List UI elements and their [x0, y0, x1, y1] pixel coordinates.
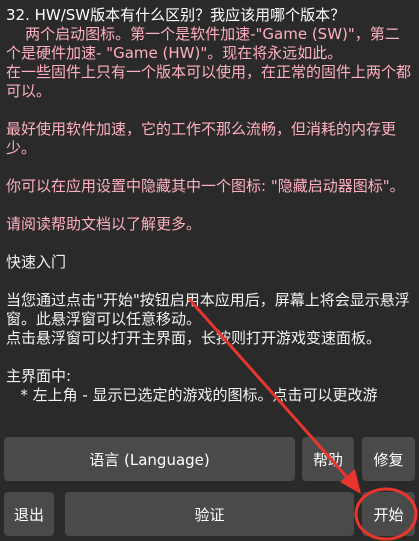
language-button[interactable]: 语言 (Language)	[4, 437, 295, 481]
faq-answer-line5: 请阅读帮助文档以了解更多。	[6, 215, 202, 233]
quickstart-line1: 当您通过点击"开始"按钮启用本应用后，屏幕上将会显示悬浮窗。此悬浮窗可以任意移动…	[6, 291, 410, 328]
faq-answer-line2: 在一些固件上只有一个版本可以使用，在正常的固件上两个都可以。	[6, 63, 412, 100]
start-button[interactable]: 开始	[362, 492, 415, 536]
faq-question: 32. HW/SW版本有什么区别？我应该用哪个版本？	[6, 6, 346, 24]
verify-button[interactable]: 验证	[65, 492, 354, 536]
repair-button[interactable]: 修复	[362, 437, 415, 481]
exit-button[interactable]: 退出	[4, 492, 54, 536]
help-text-scroll[interactable]: 32. HW/SW版本有什么区别？我应该用哪个版本？ 两个启动图标。第一个是软件…	[0, 0, 419, 432]
main-ui-item1: * 左上角 - 显示已选定的游戏的图标。点击可以更改游	[6, 386, 378, 404]
quickstart-line2: 点击悬浮窗可以打开主界面，长按则打开游戏变速面板。	[6, 329, 382, 347]
app-screen: 32. HW/SW版本有什么区别？我应该用哪个版本？ 两个启动图标。第一个是软件…	[0, 0, 419, 541]
faq-answer-line3: 最好使用软件加速，它的工作不那么流畅，但消耗的内存更少。	[6, 120, 397, 157]
main-ui-title: 主界面中:	[6, 367, 72, 385]
faq-answer-line1: 两个启动图标。第一个是软件加速-"Game (SW)"，第二个是硬件加速- "G…	[6, 25, 400, 62]
help-button[interactable]: 帮助	[302, 437, 354, 481]
quickstart-title: 快速入门	[6, 253, 67, 271]
faq-answer-line4: 你可以在应用设置中隐藏其中一个图标: "隐藏启动器图标"。	[6, 177, 405, 195]
